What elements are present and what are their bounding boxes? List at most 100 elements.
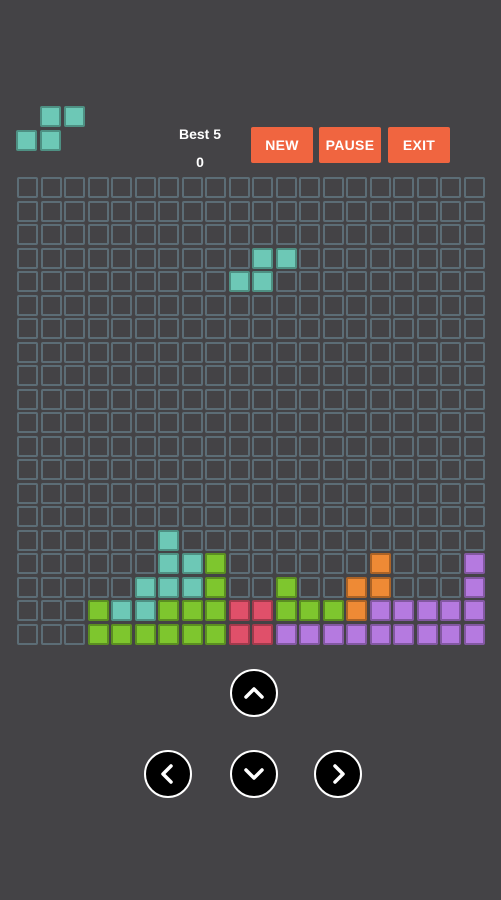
block-cell-green — [323, 600, 344, 621]
empty-cell — [299, 459, 320, 480]
pause-button[interactable]: PAUSE — [319, 127, 381, 163]
empty-cell — [111, 201, 132, 222]
empty-cell — [229, 436, 250, 457]
empty-cell — [17, 506, 38, 527]
empty-cell — [111, 577, 132, 598]
empty-cell — [464, 506, 485, 527]
empty-cell — [64, 177, 85, 198]
empty-cell — [440, 365, 461, 386]
new-game-button[interactable]: NEW — [251, 127, 313, 163]
empty-cell — [323, 389, 344, 410]
empty-cell — [88, 342, 109, 363]
block-cell-orange — [370, 553, 391, 574]
empty-cell — [205, 365, 226, 386]
empty-cell — [417, 506, 438, 527]
empty-cell — [17, 224, 38, 245]
block-cell-purple — [464, 624, 485, 645]
empty-cell — [88, 577, 109, 598]
empty-cell — [41, 342, 62, 363]
empty-cell — [135, 177, 156, 198]
empty-cell — [440, 224, 461, 245]
empty-cell — [276, 530, 297, 551]
empty-cell — [393, 530, 414, 551]
block-cell-purple — [440, 624, 461, 645]
exit-button[interactable]: EXIT — [388, 127, 450, 163]
empty-cell — [182, 389, 203, 410]
empty-cell — [182, 318, 203, 339]
preview-block-cell — [64, 106, 85, 127]
empty-cell — [276, 553, 297, 574]
empty-cell — [229, 201, 250, 222]
move-left-button[interactable] — [144, 750, 192, 798]
empty-cell — [346, 553, 367, 574]
block-cell-teal — [252, 248, 273, 269]
block-cell-teal — [158, 577, 179, 598]
empty-cell — [464, 530, 485, 551]
current-score: 0 — [196, 154, 204, 170]
empty-cell — [229, 318, 250, 339]
empty-cell — [64, 389, 85, 410]
move-right-button[interactable] — [314, 750, 362, 798]
block-cell-purple — [417, 600, 438, 621]
empty-cell — [111, 530, 132, 551]
empty-cell — [182, 365, 203, 386]
empty-cell — [370, 530, 391, 551]
empty-cell — [229, 553, 250, 574]
empty-cell — [158, 506, 179, 527]
block-cell-teal — [111, 600, 132, 621]
empty-cell — [41, 224, 62, 245]
move-down-button[interactable] — [230, 750, 278, 798]
empty-cell — [158, 248, 179, 269]
empty-cell — [64, 483, 85, 504]
empty-cell — [417, 224, 438, 245]
empty-cell — [229, 224, 250, 245]
block-cell-green — [88, 624, 109, 645]
empty-cell — [111, 365, 132, 386]
empty-cell — [464, 365, 485, 386]
empty-cell — [440, 506, 461, 527]
block-cell-green — [88, 600, 109, 621]
empty-cell — [17, 201, 38, 222]
block-cell-purple — [440, 600, 461, 621]
empty-cell — [88, 318, 109, 339]
empty-cell — [393, 412, 414, 433]
empty-cell — [417, 295, 438, 316]
empty-cell — [299, 436, 320, 457]
empty-cell — [17, 365, 38, 386]
empty-cell — [135, 365, 156, 386]
block-cell-green — [205, 577, 226, 598]
empty-cell — [323, 483, 344, 504]
empty-cell — [41, 365, 62, 386]
empty-cell — [417, 389, 438, 410]
rotate-up-button[interactable] — [230, 669, 278, 717]
empty-cell — [182, 224, 203, 245]
empty-cell — [17, 459, 38, 480]
empty-cell — [205, 177, 226, 198]
preview-block-cell — [16, 130, 37, 151]
empty-cell — [370, 365, 391, 386]
empty-cell — [135, 318, 156, 339]
block-cell-purple — [417, 624, 438, 645]
empty-cell — [417, 412, 438, 433]
empty-cell — [41, 295, 62, 316]
empty-cell — [440, 389, 461, 410]
empty-cell — [276, 389, 297, 410]
empty-cell — [135, 201, 156, 222]
empty-cell — [393, 342, 414, 363]
empty-cell — [252, 530, 273, 551]
empty-cell — [393, 318, 414, 339]
chevron-down-icon — [244, 768, 264, 780]
empty-cell — [299, 295, 320, 316]
empty-cell — [370, 389, 391, 410]
empty-cell — [440, 553, 461, 574]
empty-cell — [229, 342, 250, 363]
empty-cell — [158, 224, 179, 245]
empty-cell — [346, 342, 367, 363]
empty-cell — [417, 201, 438, 222]
empty-cell — [464, 459, 485, 480]
block-cell-green — [205, 624, 226, 645]
empty-cell — [323, 248, 344, 269]
empty-cell — [135, 271, 156, 292]
empty-cell — [346, 459, 367, 480]
empty-cell — [464, 436, 485, 457]
